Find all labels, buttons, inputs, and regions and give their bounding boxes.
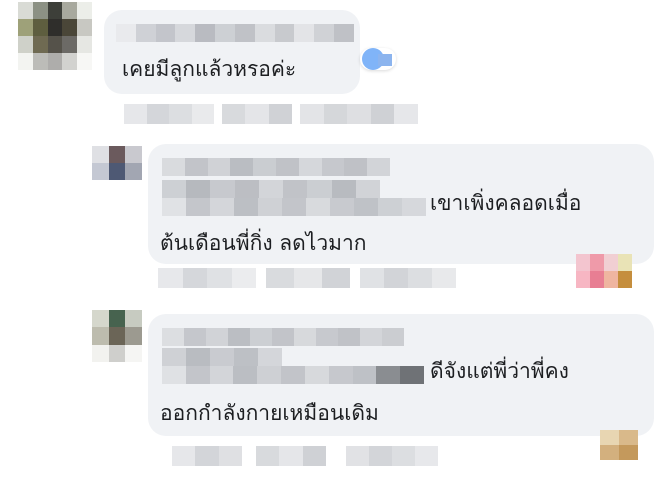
mention-redacted[interactable]: [162, 348, 282, 366]
comment-actions-redacted[interactable]: [172, 446, 242, 466]
author-name-redacted[interactable]: [116, 24, 354, 42]
author-name-redacted[interactable]: [162, 158, 390, 176]
reply-text-line-1: เขาเพิ่งคลอดเมื่อ: [430, 191, 582, 215]
mention-redacted[interactable]: [162, 198, 426, 216]
timestamp-redacted: [300, 104, 418, 124]
reply-action-redacted[interactable]: [222, 104, 292, 124]
mention-redacted[interactable]: [162, 180, 380, 198]
comment-actions-redacted[interactable]: [124, 104, 214, 124]
avatar[interactable]: [18, 2, 92, 70]
author-name-redacted[interactable]: [162, 328, 404, 346]
comment-actions-redacted[interactable]: [158, 268, 256, 288]
reply-avatar[interactable]: [92, 146, 142, 180]
reaction-badge[interactable]: [360, 48, 396, 70]
reply-text-line-2: ต้นเดือนพี่กิ่ง ลดไวมาก: [160, 231, 367, 255]
reply-text-line-1: ดีจังแต่พี่ว่าพี่คง: [430, 359, 569, 383]
reaction-badge[interactable]: [576, 254, 632, 288]
timestamp-redacted: [346, 446, 438, 466]
haha-icon: [618, 254, 632, 271]
haha-icon: [600, 430, 619, 445]
reply-action-redacted[interactable]: [256, 446, 326, 466]
reply-text-line-2: ออกกำลังกายเหมือนเดิม: [160, 401, 379, 425]
reaction-badge[interactable]: [600, 430, 638, 460]
timestamp-redacted: [360, 268, 456, 288]
reply-action-redacted[interactable]: [266, 268, 350, 288]
mention-redacted[interactable]: [162, 366, 424, 384]
comment-text: เคยมีลูกแล้วหรอค่ะ: [122, 57, 297, 81]
reply-avatar[interactable]: [92, 310, 142, 362]
love-icon: [576, 254, 590, 271]
